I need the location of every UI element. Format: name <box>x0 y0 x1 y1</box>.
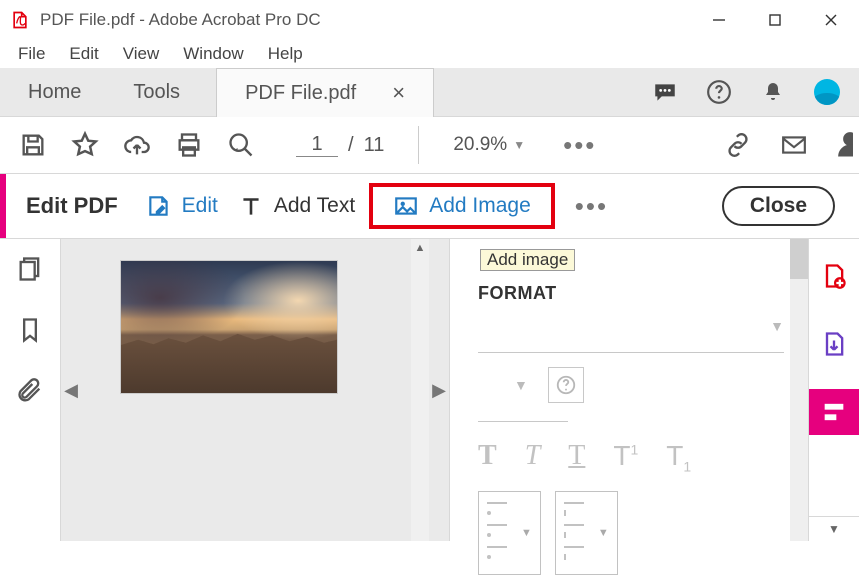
account-avatar[interactable] <box>813 78 841 106</box>
zoom-select[interactable]: 20.9% ▼ <box>453 134 525 156</box>
menu-file[interactable]: File <box>6 44 57 64</box>
rail-scroll-down-icon[interactable]: ▼ <box>809 516 859 541</box>
star-icon[interactable] <box>70 130 100 160</box>
font-family-select[interactable]: ▼ <box>478 318 784 334</box>
notifications-icon[interactable] <box>759 78 787 106</box>
caret-down-icon: ▼ <box>513 138 525 152</box>
font-help-icon[interactable] <box>548 367 584 403</box>
zoom-value: 20.9% <box>453 134 507 156</box>
numbered-list-icon <box>564 498 584 568</box>
add-text-button[interactable]: Add Text <box>228 189 365 223</box>
tabbar-right-icons <box>651 68 859 116</box>
maximize-button[interactable] <box>747 0 803 40</box>
subscript-button[interactable]: T1 <box>666 440 691 475</box>
scrollbar-thumb[interactable] <box>790 239 808 279</box>
page-current-input[interactable]: 1 <box>296 133 338 157</box>
document-area: ◀ ▲ ▶ <box>61 239 449 541</box>
caret-down-icon: ▼ <box>598 527 609 539</box>
underline-button[interactable]: T <box>568 440 585 475</box>
close-window-button[interactable] <box>803 0 859 40</box>
menu-edit[interactable]: Edit <box>57 44 110 64</box>
create-pdf-tool-icon[interactable] <box>809 253 859 299</box>
add-image-button[interactable]: Add Image <box>383 189 541 223</box>
edit-button-label: Edit <box>182 194 218 218</box>
minimize-button[interactable] <box>691 0 747 40</box>
page-viewport[interactable] <box>81 239 411 541</box>
editbar-overflow-icon[interactable]: ••• <box>575 191 608 222</box>
tab-home[interactable]: Home <box>0 68 105 116</box>
prev-page-chevron[interactable]: ◀ <box>61 239 81 541</box>
tab-active-label: PDF File.pdf <box>245 82 356 105</box>
page-separator: / <box>348 134 354 157</box>
attachments-panel-icon[interactable] <box>16 377 44 408</box>
format-heading: FORMAT <box>478 283 808 304</box>
save-icon[interactable] <box>18 130 48 160</box>
numbered-list-button[interactable]: ▼ <box>555 491 618 575</box>
divider <box>478 352 784 353</box>
title-bar: PDF File.pdf - Adobe Acrobat Pro DC <box>0 0 859 40</box>
toolbar-right <box>723 129 859 161</box>
share-link-icon[interactable] <box>723 130 753 160</box>
edit-button[interactable]: Edit <box>136 189 228 223</box>
text-style-row: T T T T1 T1 <box>478 440 808 475</box>
page-image <box>121 261 337 393</box>
add-image-highlight: Add Image <box>369 183 555 229</box>
edit-pdf-bar: Edit PDF Edit Add Text Add Image ••• Clo… <box>0 174 859 239</box>
menu-bar: File Edit View Window Help <box>0 40 859 68</box>
toolbar-divider <box>418 126 419 164</box>
menu-help[interactable]: Help <box>256 44 315 64</box>
font-size-row: ▼ <box>478 367 784 403</box>
window-title: PDF File.pdf - Adobe Acrobat Pro DC <box>40 10 321 30</box>
zoom-dropdown-icon[interactable] <box>226 130 256 160</box>
workspace: ◀ ▲ ▶ Add image FORMAT ▼ ▼ T T T T1 T1 <box>0 239 859 541</box>
left-nav-rail <box>0 239 61 541</box>
format-panel: Add image FORMAT ▼ ▼ T T T T1 T1 ▼ ▼ <box>449 239 808 541</box>
divider <box>478 421 568 422</box>
comments-icon[interactable] <box>651 78 679 106</box>
caret-down-icon: ▼ <box>770 318 784 334</box>
page-total: 11 <box>364 134 385 157</box>
main-toolbar: 1 / 11 20.9% ▼ ••• <box>0 117 859 174</box>
pages-panel-icon[interactable] <box>16 255 44 286</box>
tab-active-document[interactable]: PDF File.pdf × <box>216 68 434 117</box>
cloud-upload-icon[interactable] <box>122 130 152 160</box>
menu-window[interactable]: Window <box>171 44 255 64</box>
close-editbar-button[interactable]: Close <box>722 186 835 226</box>
edit-bar-accent <box>0 174 6 238</box>
center-scrollbar[interactable]: ▲ <box>411 239 429 541</box>
help-icon[interactable] <box>705 78 733 106</box>
window-controls <box>691 0 859 40</box>
superscript-button[interactable]: T1 <box>613 440 638 475</box>
caret-down-icon: ▼ <box>514 377 528 393</box>
scroll-up-icon[interactable]: ▲ <box>411 239 429 257</box>
add-image-label: Add Image <box>429 194 531 218</box>
format-scrollbar[interactable] <box>790 239 808 541</box>
toolbar-overflow-icon[interactable]: ••• <box>563 130 596 161</box>
email-icon[interactable] <box>779 130 809 160</box>
export-pdf-tool-icon[interactable] <box>809 321 859 367</box>
edit-pdf-tool-icon[interactable] <box>809 389 859 435</box>
edit-pdf-title: Edit PDF <box>26 193 118 219</box>
bulleted-list-button[interactable]: ▼ <box>478 491 541 575</box>
bullet-list-icon <box>487 498 507 568</box>
next-page-chevron[interactable]: ▶ <box>429 239 449 541</box>
add-text-label: Add Text <box>274 194 355 218</box>
document-tabs: Home Tools PDF File.pdf × <box>0 68 859 117</box>
bookmarks-panel-icon[interactable] <box>16 316 44 347</box>
list-style-row: ▼ ▼ <box>478 491 808 575</box>
share-person-icon[interactable] <box>835 129 853 161</box>
menu-view[interactable]: View <box>111 44 172 64</box>
add-image-tooltip: Add image <box>480 249 575 271</box>
acrobat-app-icon <box>10 10 30 30</box>
close-tab-icon[interactable]: × <box>392 80 405 106</box>
italic-button[interactable]: T <box>525 440 541 475</box>
caret-down-icon: ▼ <box>521 527 532 539</box>
print-icon[interactable] <box>174 130 204 160</box>
bold-button[interactable]: T <box>478 440 497 475</box>
page-counter: 1 / 11 <box>296 133 384 157</box>
right-tool-rail: ▼ <box>808 239 859 541</box>
font-size-select[interactable]: ▼ <box>478 377 528 393</box>
tab-tools[interactable]: Tools <box>105 68 216 116</box>
